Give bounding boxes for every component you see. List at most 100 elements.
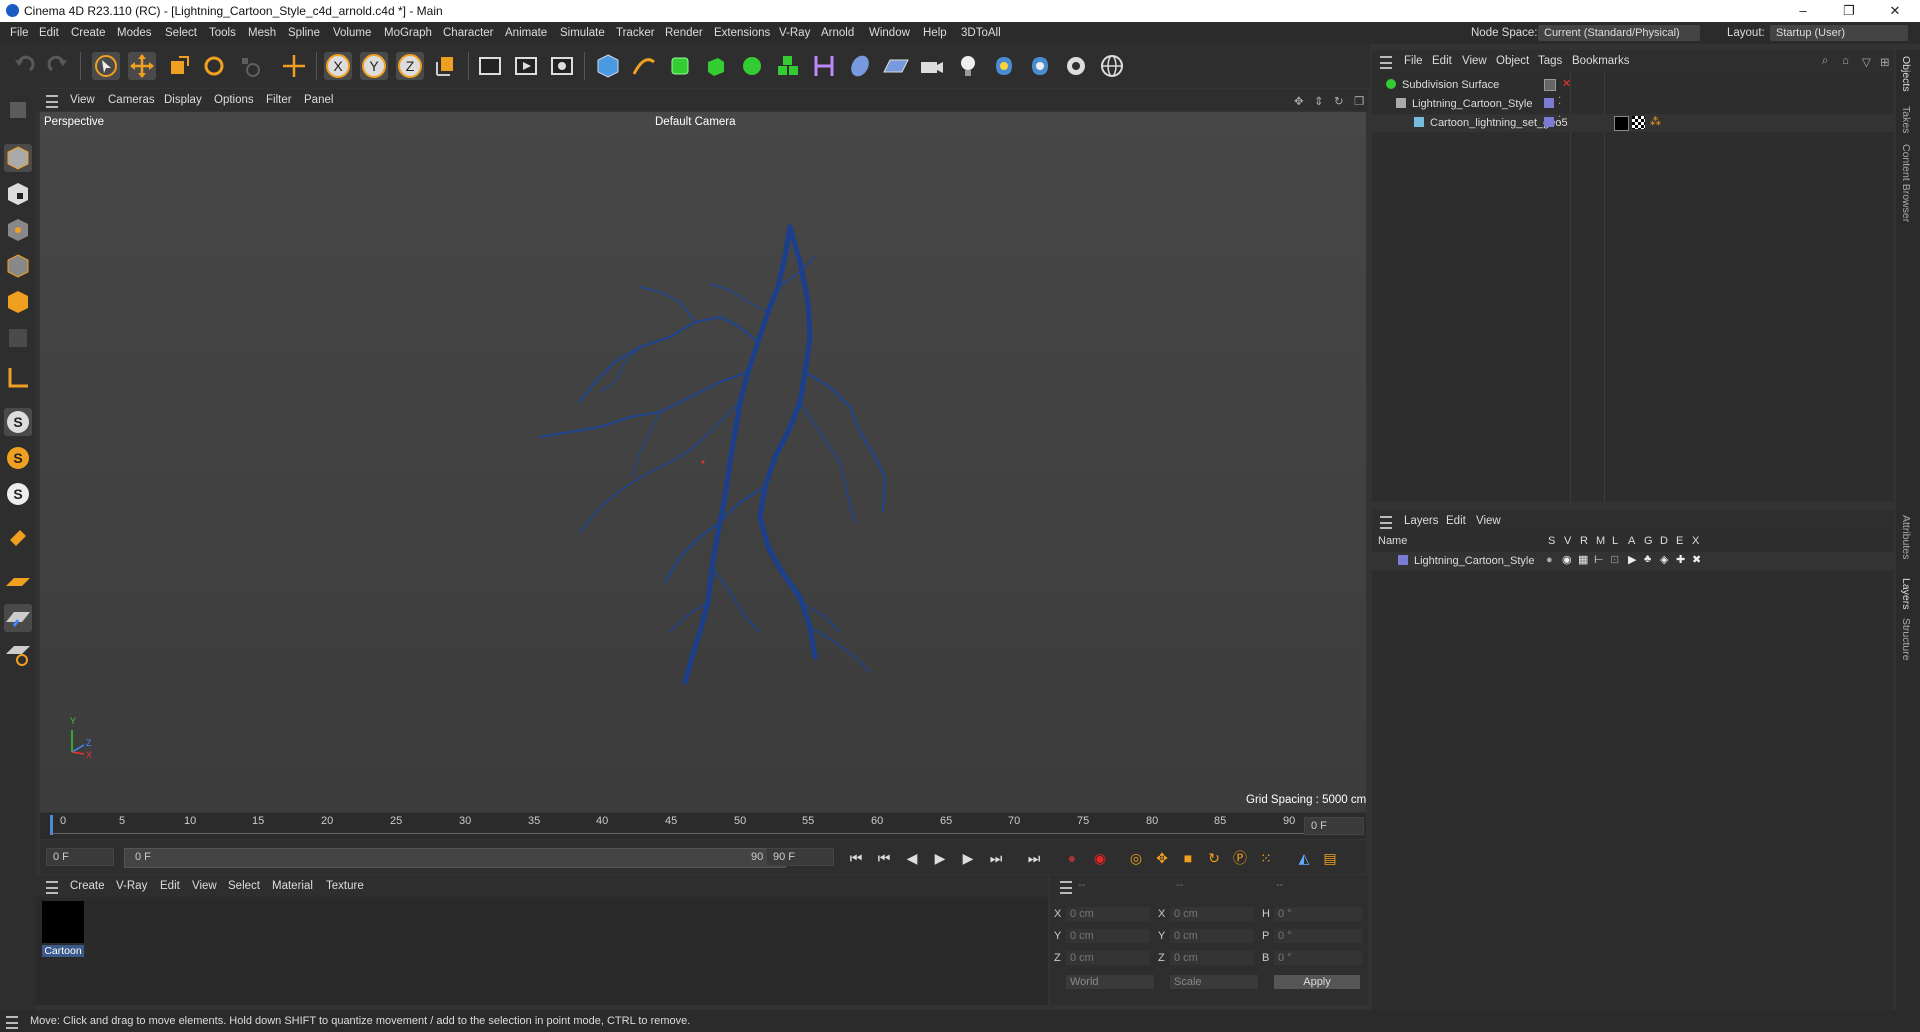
point-mode-icon[interactable]: [4, 216, 32, 244]
object-menu-bookmarks[interactable]: Bookmarks: [1572, 55, 1630, 67]
layer-column-expressions[interactable]: E: [1676, 535, 1683, 547]
coordinate-menu-icon[interactable]: [1060, 881, 1072, 894]
menu-file[interactable]: File: [10, 27, 29, 39]
tab-structure[interactable]: Structure: [1900, 618, 1912, 661]
timeline-editor-icon[interactable]: ◭: [1294, 848, 1314, 868]
menu-select[interactable]: Select: [165, 27, 197, 39]
make-editable-icon[interactable]: [4, 96, 32, 124]
visibility-dots-icon[interactable]: ⁚: [1558, 96, 1561, 107]
next-frame-icon[interactable]: ▶: [958, 848, 978, 868]
arnold-tag-icon[interactable]: ⁂: [1650, 115, 1661, 128]
menu-simulate[interactable]: Simulate: [560, 27, 605, 39]
scale-tool-icon[interactable]: [164, 52, 192, 80]
menu-extensions[interactable]: Extensions: [714, 27, 770, 39]
menu-window[interactable]: Window: [869, 27, 910, 39]
layer-column-locked[interactable]: L: [1612, 535, 1618, 547]
search-icon[interactable]: ⌕: [1822, 55, 1828, 68]
menu-mograph[interactable]: MoGraph: [384, 27, 432, 39]
restore-button[interactable]: ❐: [1826, 0, 1872, 22]
object-menu-view[interactable]: View: [1462, 55, 1487, 67]
snap-icon[interactable]: S: [4, 408, 32, 436]
layer-column-solo[interactable]: S: [1548, 535, 1555, 547]
size-mode-dropdown[interactable]: Scale: [1170, 975, 1258, 989]
subdivision-surface-icon[interactable]: [666, 52, 694, 80]
snap-settings-icon[interactable]: S: [4, 444, 32, 472]
keyframe-selection-icon[interactable]: ◎: [1126, 848, 1146, 868]
layer-color-swatch[interactable]: [1398, 555, 1408, 565]
render-to-picture-viewer-icon[interactable]: [512, 52, 540, 80]
viewport-projection-label[interactable]: Perspective: [44, 116, 104, 128]
viewport-rotate-icon[interactable]: ↻: [1334, 94, 1344, 108]
material-menu-edit[interactable]: Edit: [160, 880, 180, 892]
disabled-x-icon[interactable]: ✕: [1562, 77, 1571, 90]
viewport-menu-options[interactable]: Options: [214, 94, 254, 106]
tab-layers[interactable]: Layers: [1900, 578, 1912, 610]
layer-xref-icon[interactable]: ✖: [1692, 553, 1701, 566]
object-menu-icon[interactable]: [1380, 56, 1392, 69]
go-to-start-icon[interactable]: ⏮: [846, 848, 866, 868]
layout-dropdown[interactable]: Startup (User): [1770, 25, 1908, 41]
layer-column-deformers[interactable]: D: [1660, 535, 1668, 547]
size-y-field[interactable]: 0 cm: [1170, 929, 1254, 943]
material-menu-texture[interactable]: Texture: [326, 880, 364, 892]
camera-object-icon[interactable]: [918, 52, 946, 80]
pen-spline-icon[interactable]: [630, 52, 658, 80]
size-z-field[interactable]: 0 cm: [1170, 951, 1254, 965]
key-point-level-icon[interactable]: ⁙: [1256, 848, 1276, 868]
menu-tracker[interactable]: Tracker: [616, 27, 655, 39]
texture-mode-icon[interactable]: [4, 180, 32, 208]
tab-attributes[interactable]: Attributes: [1900, 515, 1912, 559]
menu-spline[interactable]: Spline: [288, 27, 320, 39]
coordinate-system-icon[interactable]: [432, 52, 460, 80]
layer-column-render[interactable]: R: [1580, 535, 1588, 547]
layer-column-xref[interactable]: X: [1692, 535, 1699, 547]
layer-menu-icon[interactable]: [1380, 516, 1392, 529]
coordinate-space-dropdown[interactable]: World: [1066, 975, 1154, 989]
current-frame-field[interactable]: 0 F: [1304, 817, 1364, 835]
viewport-menu-display[interactable]: Display: [164, 94, 202, 106]
material-menu-select[interactable]: Select: [228, 880, 260, 892]
layer-lock-icon[interactable]: ⊡: [1610, 553, 1619, 566]
layer-row[interactable]: Lightning_Cartoon_Style ● ◉ ▦ ⊢ ⊡ ▶ ♣ ◈ …: [1372, 552, 1894, 570]
move-tool-icon[interactable]: [128, 52, 156, 80]
filter-icon[interactable]: ▽: [1862, 55, 1871, 69]
viewport-menu-view[interactable]: View: [70, 94, 95, 106]
material-menu-create[interactable]: Create: [70, 880, 105, 892]
play-icon[interactable]: ▶: [930, 848, 950, 868]
menu-vray[interactable]: V-Ray: [779, 27, 810, 39]
frame-range-slider[interactable]: 0 F 90 F: [124, 848, 786, 868]
uv-mode-icon[interactable]: [4, 324, 32, 352]
layer-column-generators[interactable]: G: [1644, 535, 1653, 547]
python-generator-icon[interactable]: [1026, 52, 1054, 80]
layer-animation-icon[interactable]: ▶: [1628, 553, 1636, 566]
autokey-icon[interactable]: ●: [1062, 848, 1082, 868]
menu-help[interactable]: Help: [923, 27, 947, 39]
redo-button[interactable]: [44, 52, 72, 80]
viewport-menu-panel[interactable]: Panel: [304, 94, 333, 106]
material-name[interactable]: Cartoon: [42, 945, 84, 957]
cloner-icon[interactable]: [738, 52, 766, 80]
visibility-dots-icon[interactable]: ⁚: [1558, 115, 1561, 126]
new-window-icon[interactable]: ⊞: [1880, 55, 1890, 69]
layer-menu-edit[interactable]: Edit: [1446, 515, 1466, 527]
layer-column-view[interactable]: V: [1564, 535, 1571, 547]
material-tag-icon[interactable]: [1614, 116, 1629, 131]
layer-deformer-icon[interactable]: ◈: [1660, 553, 1668, 566]
viewport-pan-icon[interactable]: ✥: [1294, 94, 1304, 108]
tab-objects[interactable]: Objects: [1900, 56, 1912, 92]
minimize-button[interactable]: –: [1780, 0, 1826, 22]
key-rotation-icon[interactable]: ↻: [1204, 848, 1224, 868]
3d-viewport[interactable]: Y Z X: [40, 112, 1366, 812]
menu-render[interactable]: Render: [665, 27, 703, 39]
key-parameter-icon[interactable]: Ⓟ: [1230, 848, 1250, 868]
node-space-dropdown[interactable]: Current (Standard/Physical): [1538, 25, 1700, 41]
menu-3dtoall[interactable]: 3DToAll: [961, 27, 1001, 39]
menu-mesh[interactable]: Mesh: [248, 27, 276, 39]
viewport-dolly-icon[interactable]: ⇕: [1314, 94, 1324, 108]
menu-animate[interactable]: Animate: [505, 27, 547, 39]
settings-gear-icon[interactable]: [1062, 52, 1090, 80]
undo-button[interactable]: [10, 52, 38, 80]
deformer-icon[interactable]: [810, 52, 838, 80]
mograph-cloner-icon[interactable]: [774, 52, 802, 80]
layer-visible-eye-icon[interactable]: ◉: [1562, 553, 1572, 566]
